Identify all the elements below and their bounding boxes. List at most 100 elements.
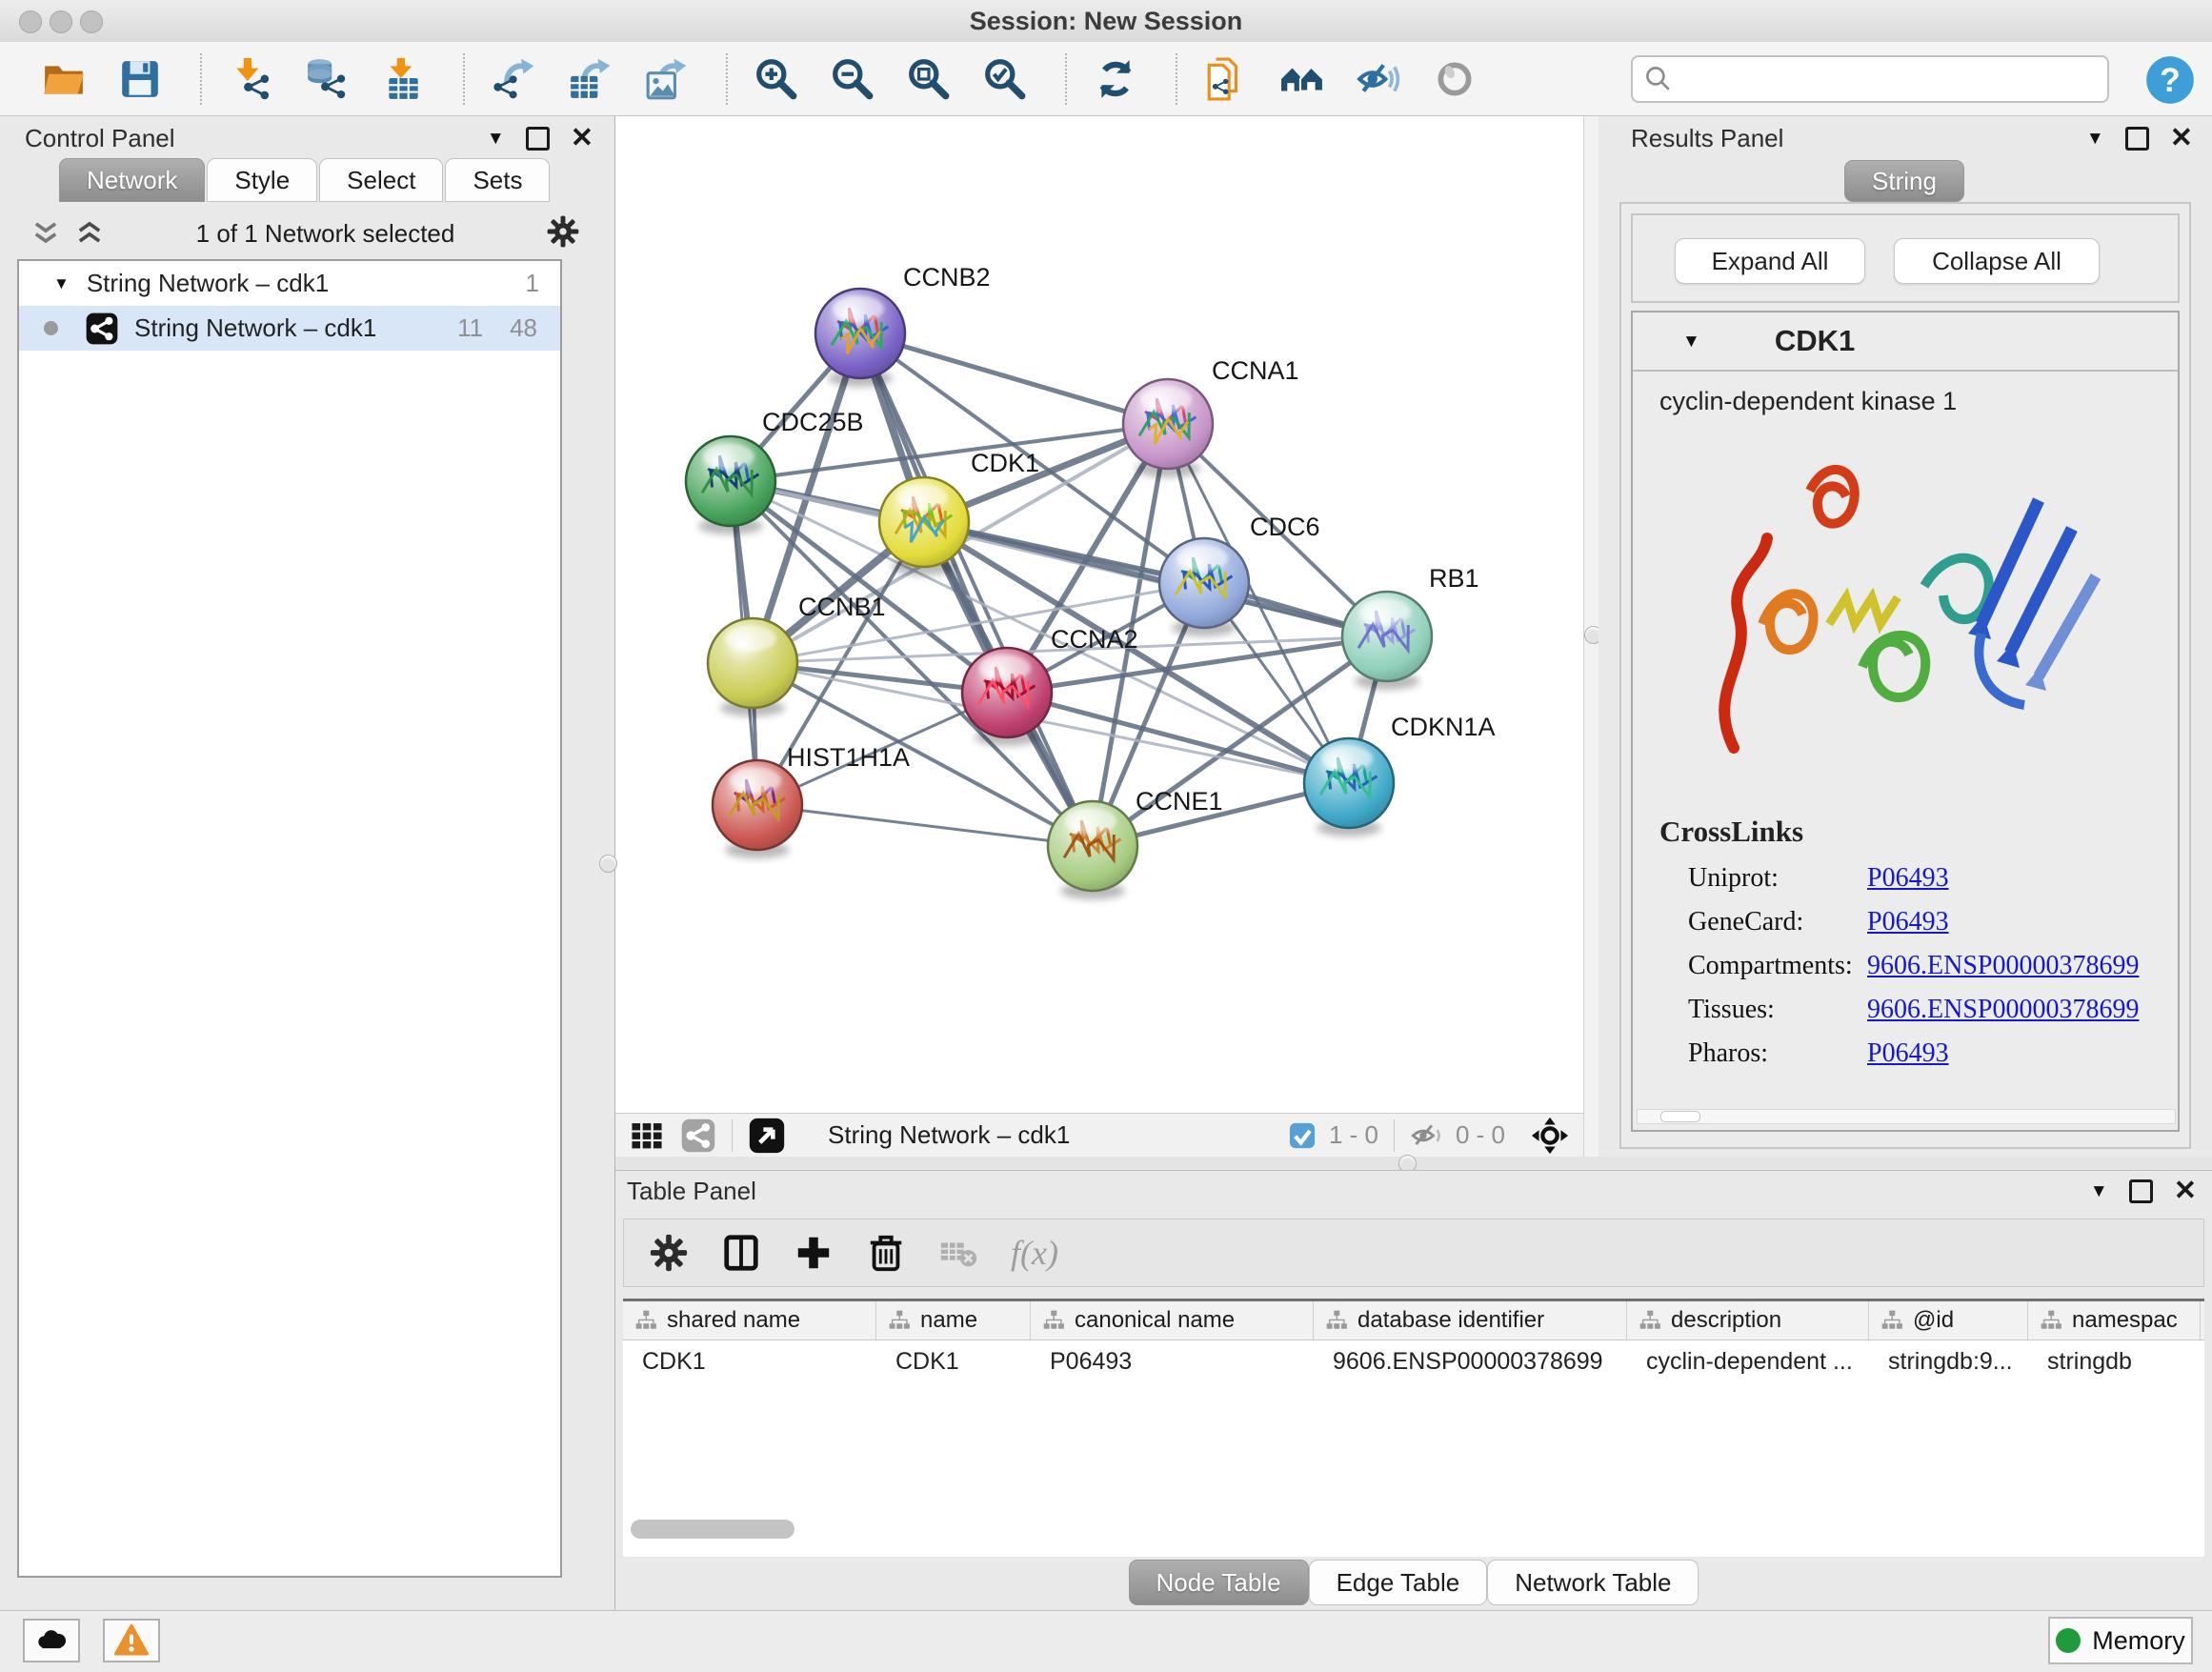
selected-checkbox-icon[interactable] (1287, 1120, 1317, 1151)
graphics-details-button[interactable] (1431, 55, 1478, 103)
zoom-fit-content-button[interactable] (905, 55, 953, 103)
crosslink-value-link[interactable]: P06493 (1867, 907, 1949, 937)
export-network-button[interactable] (490, 55, 537, 103)
grid-view-icon[interactable] (629, 1118, 665, 1154)
pan-mode-icon[interactable] (1530, 1116, 1570, 1156)
gene-entry-header[interactable]: ▼ CDK1 (1633, 312, 2178, 372)
control-panel-float-icon[interactable] (526, 127, 550, 151)
tab-sets[interactable]: Sets (445, 158, 550, 202)
tab-node-table[interactable]: Node Table (1129, 1560, 1309, 1605)
crosslink-value-link[interactable]: P06493 (1867, 1038, 1949, 1069)
crosslink-value-link[interactable]: 9606.ENSP00000378699 (1867, 951, 2139, 981)
expand-all-button[interactable]: Expand All (1675, 238, 1865, 284)
import-table-from-file-button[interactable] (379, 55, 427, 103)
cell-name[interactable]: CDK1 (876, 1348, 1031, 1376)
export-image-button[interactable] (642, 55, 690, 103)
crosslink-value-link[interactable]: 9606.ENSP00000378699 (1867, 995, 2139, 1025)
table-hscroll-thumb[interactable] (631, 1520, 794, 1539)
tab-edge-table[interactable]: Edge Table (1309, 1560, 1488, 1605)
results-panel-float-icon[interactable] (2125, 127, 2149, 151)
cell-canonical-name[interactable]: P06493 (1031, 1348, 1314, 1376)
toolbar-separator (726, 53, 728, 105)
column-header-database-identifier[interactable]: database identifier (1314, 1301, 1627, 1340)
show-columns-icon[interactable] (721, 1233, 761, 1273)
column-header-namespac[interactable]: namespac (2028, 1301, 2201, 1340)
open-session-button[interactable] (40, 55, 88, 103)
tab-network[interactable]: Network (59, 158, 205, 202)
import-network-from-file-button[interactable] (227, 55, 274, 103)
edge-CCNB2-CCNA1[interactable] (860, 333, 1168, 424)
results-hscroll-thumb[interactable] (1660, 1111, 1700, 1122)
crosslink-value-link[interactable]: P06493 (1867, 863, 1949, 894)
table-settings-gear-icon[interactable] (649, 1233, 689, 1273)
results-hscrollbar[interactable] (1637, 1109, 2176, 1124)
results-panel-menu-icon[interactable]: ▼ (2086, 130, 2104, 148)
unhide-all-button[interactable] (1355, 55, 1402, 103)
node-CCNA1[interactable]: CCNA1 (1123, 356, 1299, 477)
network-row[interactable]: String Network – cdk1 11 48 (19, 306, 560, 351)
tab-select[interactable]: Select (319, 158, 443, 202)
node-table[interactable]: shared namenamecanonical namedatabase id… (623, 1299, 2204, 1557)
column-type-icon (634, 1309, 657, 1332)
zoom-selected-button[interactable] (981, 55, 1029, 103)
expand-all-networks-icon[interactable] (74, 218, 105, 249)
collapse-all-button[interactable]: Collapse All (1894, 238, 2100, 284)
selected-node-edge-counter: 1 - 0 (1329, 1120, 1378, 1150)
gene-collapse-icon[interactable]: ▼ (1682, 332, 1700, 351)
node-HIST1H1A[interactable]: HIST1H1A (713, 743, 910, 858)
add-column-icon[interactable] (794, 1233, 834, 1273)
table-panel-float-icon[interactable] (2129, 1179, 2153, 1203)
hidden-eye-icon[interactable] (1410, 1118, 1444, 1153)
table-panel-splitter[interactable] (615, 1157, 2212, 1170)
table-panel-close-icon[interactable]: ✕ (2174, 1178, 2197, 1205)
node-CDKN1A[interactable]: CDKN1A (1304, 713, 1496, 836)
cell-description[interactable]: cyclin-dependent ... (1627, 1348, 1869, 1376)
results-panel-close-icon[interactable]: ✕ (2170, 125, 2193, 152)
network-collection-row[interactable]: ▼ String Network – cdk1 1 (19, 261, 560, 306)
network-share-chip-icon[interactable] (680, 1118, 716, 1154)
collapse-all-networks-icon[interactable] (30, 218, 61, 249)
birdseye-view-icon[interactable] (748, 1117, 786, 1155)
help-button[interactable] (2145, 55, 2195, 105)
column-header-description[interactable]: description (1627, 1301, 1869, 1340)
cloud-button[interactable] (23, 1619, 80, 1662)
export-table-button[interactable] (566, 55, 613, 103)
network-canvas[interactable]: CCNB2CCNA1CDC25BCDK1CDC6RB1CCNB1CCNA2CDK… (615, 116, 1583, 1113)
tab-style[interactable]: Style (207, 158, 317, 202)
edge-CCNE1-HIST1H1A[interactable] (757, 805, 1093, 846)
import-network-from-database-button[interactable] (303, 55, 351, 103)
cell-database-identifier[interactable]: 9606.ENSP00000378699 (1314, 1348, 1627, 1376)
search-input[interactable] (1675, 65, 2107, 93)
collection-expand-icon[interactable]: ▼ (53, 275, 70, 292)
node-CCNB2[interactable]: CCNB2 (815, 263, 991, 387)
table-row[interactable]: CDK1CDK1P064939606.ENSP00000378699cyclin… (623, 1340, 2204, 1382)
table-panel-menu-icon[interactable]: ▼ (2090, 1182, 2108, 1200)
node-RB1[interactable]: RB1 (1342, 564, 1479, 690)
zoom-out-button[interactable] (829, 55, 876, 103)
search-box[interactable] (1631, 55, 2109, 103)
memory-button[interactable]: Memory (2048, 1617, 2193, 1664)
splitter-grip-left[interactable] (599, 855, 617, 873)
node-CCNB1[interactable]: CCNB1 (708, 593, 886, 716)
string-network-graph[interactable]: CCNB2CCNA1CDC25BCDK1CDC6RB1CCNB1CCNA2CDK… (615, 116, 1583, 1113)
string-home-button[interactable] (1278, 55, 1326, 103)
control-panel-close-icon[interactable]: ✕ (571, 125, 593, 152)
cell-@id[interactable]: stringdb:9... (1869, 1348, 2028, 1376)
tab-network-table[interactable]: Network Table (1487, 1560, 1699, 1605)
control-panel-menu-icon[interactable]: ▼ (487, 130, 505, 148)
column-header-shared-name[interactable]: shared name (623, 1301, 876, 1340)
cell-shared-name[interactable]: CDK1 (623, 1348, 876, 1376)
column-header-name[interactable]: name (876, 1301, 1031, 1340)
delete-column-icon[interactable] (866, 1233, 906, 1273)
warnings-button[interactable] (103, 1619, 160, 1662)
tab-string[interactable]: String (1844, 160, 1964, 202)
column-header-canonical-name[interactable]: canonical name (1031, 1301, 1314, 1340)
column-header-@id[interactable]: @id (1869, 1301, 2028, 1340)
zoom-in-button[interactable] (753, 55, 800, 103)
save-session-button[interactable] (116, 55, 164, 103)
cell-namespac[interactable]: stringdb (2028, 1348, 2201, 1376)
refresh-button[interactable] (1092, 55, 1139, 103)
string-import-button[interactable] (1202, 55, 1250, 103)
node-CDC6[interactable]: CDC6 (1159, 513, 1320, 636)
network-options-gear-icon[interactable] (546, 214, 580, 253)
